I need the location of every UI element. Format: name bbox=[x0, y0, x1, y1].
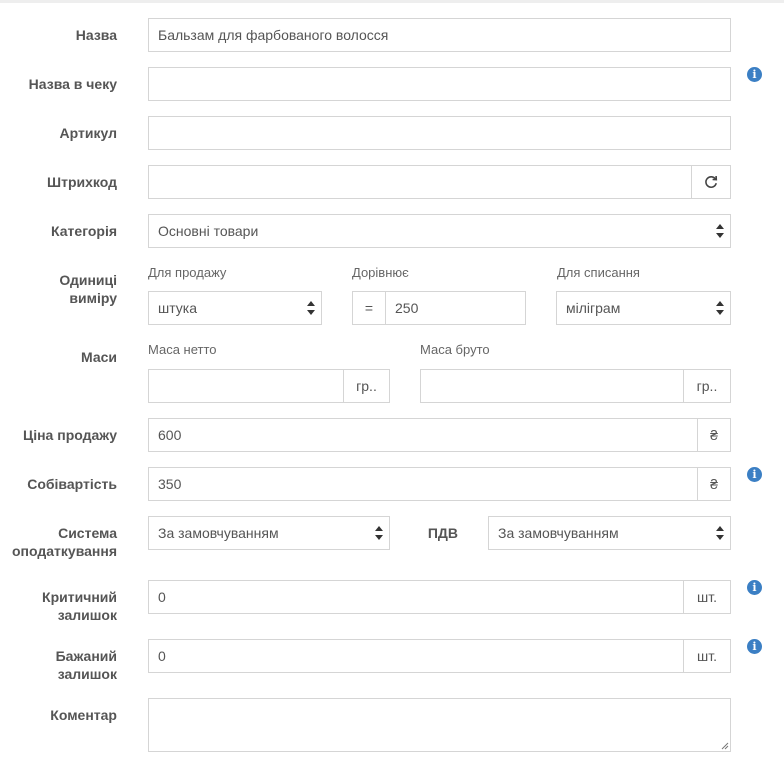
price-currency: ₴ bbox=[697, 418, 731, 452]
article-input[interactable] bbox=[148, 116, 731, 150]
net-mass-input[interactable] bbox=[148, 369, 344, 403]
receipt-name-input[interactable] bbox=[148, 67, 731, 101]
vat-select[interactable]: За замовчуванням bbox=[488, 516, 731, 550]
cost-label: Собівартість bbox=[27, 476, 117, 492]
mass-label: Маси bbox=[80, 349, 117, 365]
critical-stock-label-line1: Критичний bbox=[42, 589, 117, 605]
equals-input[interactable]: 250 bbox=[385, 291, 526, 325]
tax-label-line1: Система bbox=[58, 525, 117, 541]
desired-stock-label-line2: залишок bbox=[57, 666, 117, 682]
units-label-line1: Одиниці bbox=[59, 272, 117, 288]
tax-label-line2: оподаткування bbox=[12, 543, 117, 559]
net-mass-unit: гр.. bbox=[343, 369, 390, 403]
sale-unit-select[interactable]: штука bbox=[148, 291, 322, 325]
writeoff-unit-select[interactable]: міліграм bbox=[556, 291, 731, 325]
equals-sign: = bbox=[352, 291, 386, 325]
price-label: Ціна продажу bbox=[22, 427, 117, 443]
refresh-icon bbox=[705, 175, 718, 188]
gross-mass-unit: гр.. bbox=[683, 369, 731, 403]
info-icon[interactable]: i bbox=[747, 67, 762, 82]
desired-stock-unit: шт. bbox=[683, 639, 731, 673]
cost-input[interactable]: 350 bbox=[148, 467, 699, 501]
top-divider bbox=[0, 0, 784, 3]
info-icon[interactable]: i bbox=[747, 467, 762, 482]
units-label-line2: виміру bbox=[69, 290, 117, 306]
gross-mass-label: Маса бруто bbox=[420, 342, 490, 357]
receipt-name-label: Назва в чеку bbox=[28, 76, 117, 92]
info-icon[interactable]: i bbox=[747, 580, 762, 595]
writeoff-unit-label: Для списання bbox=[557, 265, 640, 280]
net-mass-label: Маса нетто bbox=[148, 342, 217, 357]
critical-stock-unit: шт. bbox=[683, 580, 731, 614]
cost-currency: ₴ bbox=[697, 467, 731, 501]
category-select[interactable]: Основні товари bbox=[148, 214, 731, 248]
barcode-refresh-button[interactable] bbox=[691, 165, 731, 199]
barcode-input[interactable] bbox=[148, 165, 693, 199]
comment-textarea[interactable] bbox=[148, 698, 731, 752]
price-input[interactable]: 600 bbox=[148, 418, 699, 452]
equals-label: Дорівнює bbox=[352, 265, 409, 280]
comment-label: Коментар bbox=[50, 707, 117, 723]
desired-stock-label-line1: Бажаний bbox=[55, 648, 117, 664]
gross-mass-input[interactable] bbox=[420, 369, 685, 403]
tax-system-select[interactable]: За замовчуванням bbox=[148, 516, 390, 550]
category-label: Категорія bbox=[51, 223, 117, 239]
info-icon[interactable]: i bbox=[747, 639, 762, 654]
critical-stock-input[interactable]: 0 bbox=[148, 580, 685, 614]
name-input[interactable]: Бальзам для фарбованого волосся bbox=[148, 18, 731, 52]
name-label: Назва bbox=[75, 27, 117, 43]
sale-unit-label: Для продажу bbox=[148, 265, 227, 280]
article-label: Артикул bbox=[59, 125, 117, 141]
desired-stock-input[interactable]: 0 bbox=[148, 639, 685, 673]
vat-label: ПДВ bbox=[427, 525, 458, 541]
barcode-label: Штрихкод bbox=[47, 174, 117, 190]
resize-grip-icon[interactable] bbox=[720, 741, 729, 750]
critical-stock-label-line2: залишок bbox=[57, 607, 117, 623]
